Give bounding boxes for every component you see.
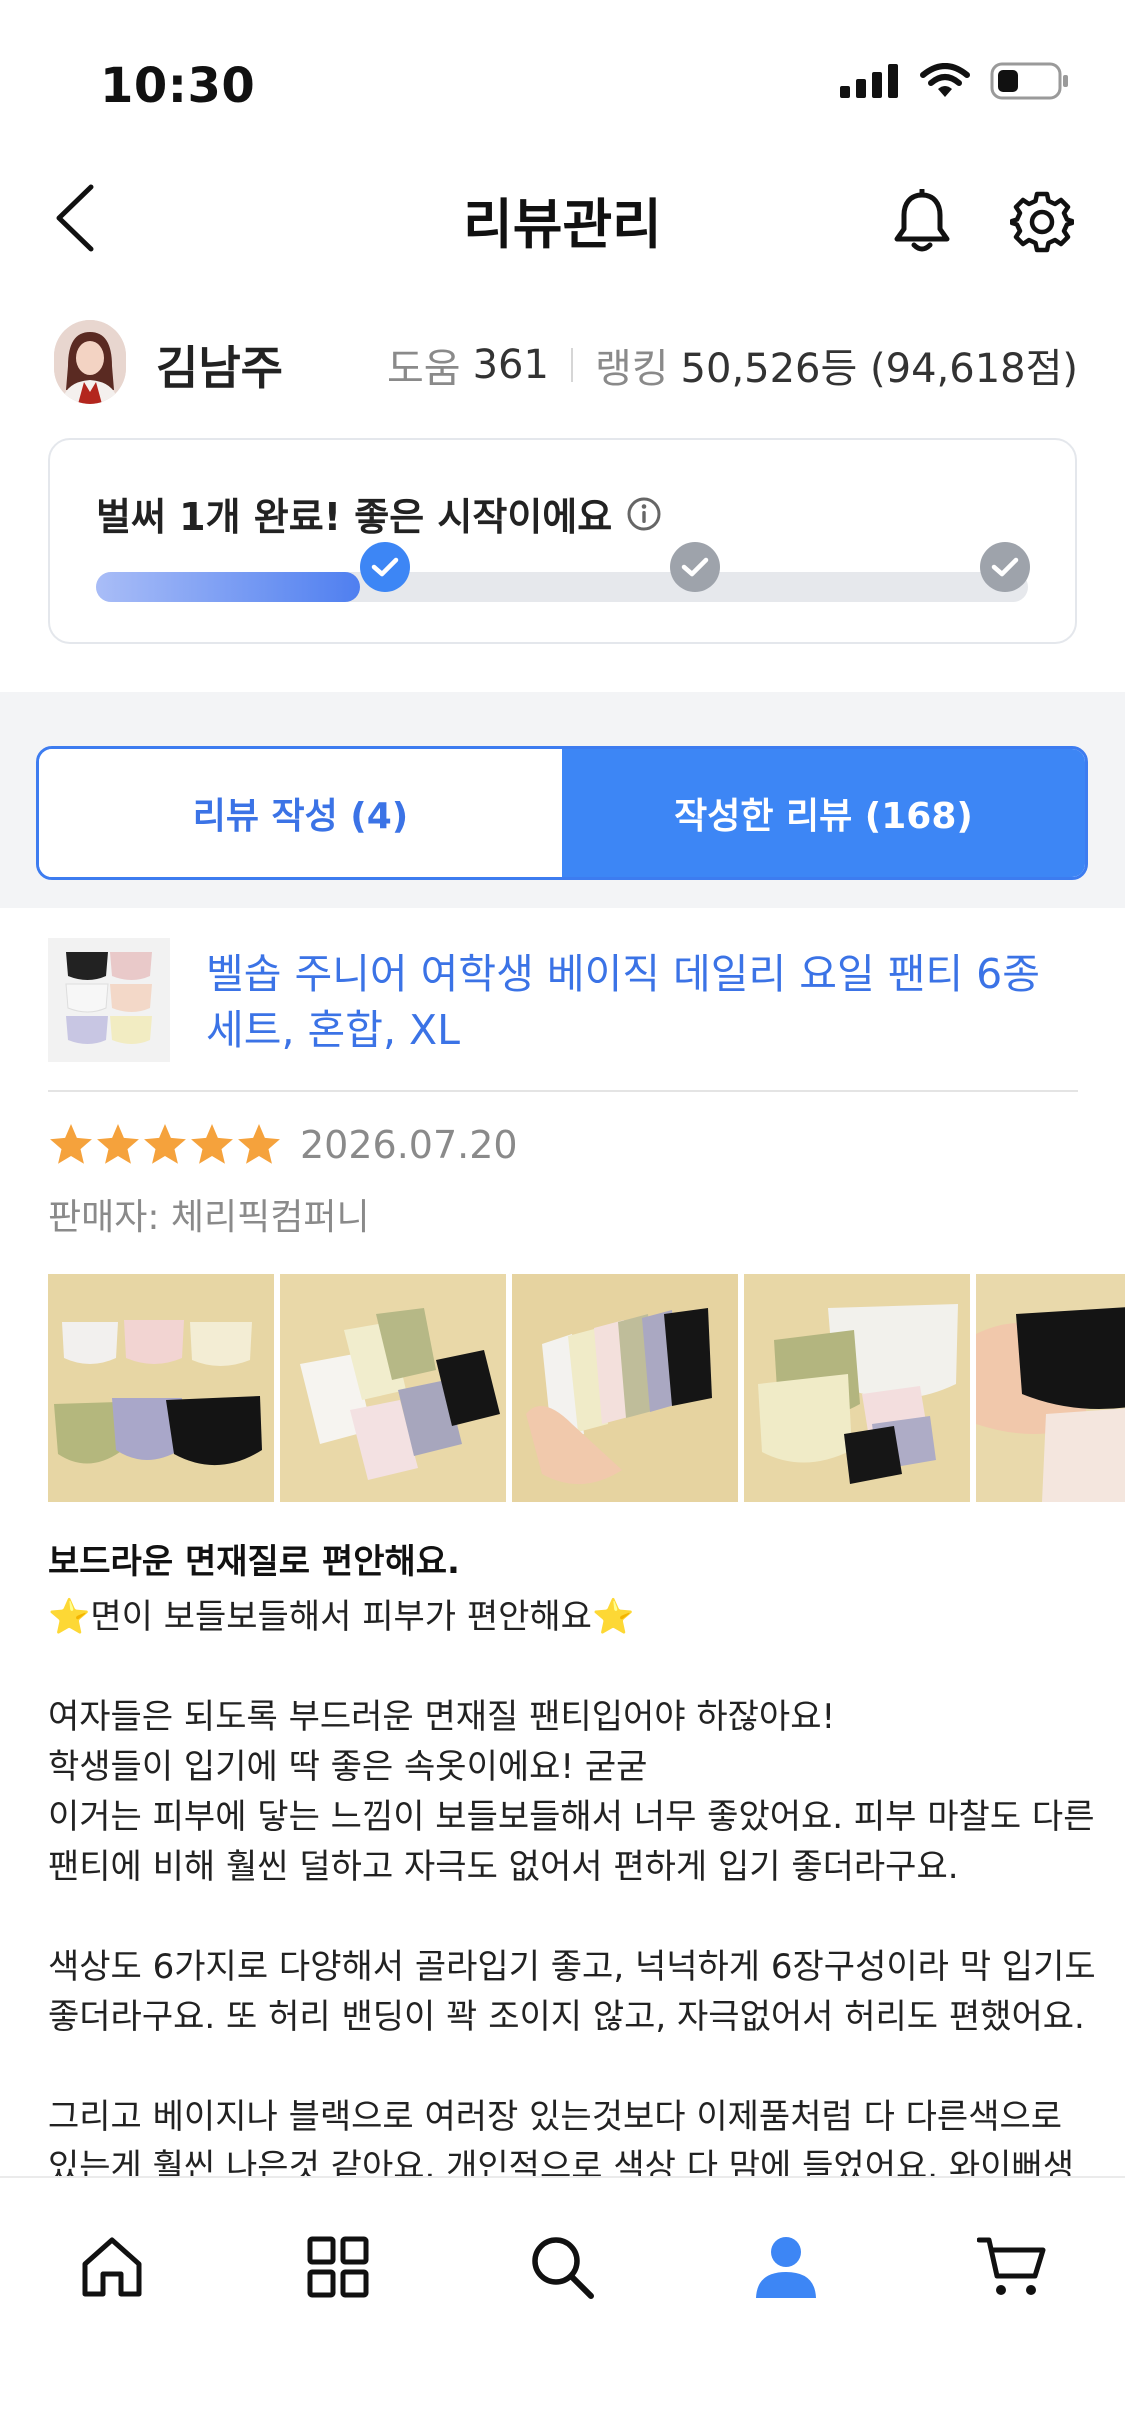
rank-label: 랭킹 bbox=[594, 346, 669, 392]
review-body: ⭐면이 보들보들해서 피부가 편안해요⭐ 여자들은 되도록 부드러운 면재질 팬… bbox=[48, 1597, 1096, 2187]
star-icon bbox=[50, 1124, 92, 1164]
product-thumbnail[interactable] bbox=[48, 938, 170, 1062]
tab-written-reviews[interactable]: 작성한 리뷰 (168) bbox=[562, 749, 1085, 877]
review-photo-image bbox=[976, 1274, 1125, 1502]
review-photo-image bbox=[280, 1274, 506, 1502]
star-icons bbox=[50, 1124, 280, 1164]
chevron-left-icon bbox=[56, 184, 94, 252]
review-progress-card: 벌써 1개 완료! 좋은 시작이에요 bbox=[48, 438, 1077, 644]
tab-write-review[interactable]: 리뷰 작성 (4) bbox=[39, 749, 562, 877]
bell-icon bbox=[894, 189, 950, 252]
wifi-icon bbox=[920, 63, 970, 97]
battery-icon bbox=[990, 62, 1068, 100]
progress-fill bbox=[96, 572, 360, 602]
check-icon bbox=[991, 557, 1019, 577]
progress-message-text: 벌써 1개 완료! 좋은 시작이에요 bbox=[96, 495, 613, 539]
review-meta: 2026.07.20 판매자: 체리픽컴퍼니 bbox=[48, 1122, 1078, 1240]
star-icon bbox=[144, 1124, 186, 1164]
star-icon bbox=[97, 1124, 139, 1164]
settings-button[interactable] bbox=[1002, 182, 1082, 262]
avatar[interactable] bbox=[54, 320, 126, 404]
progress-track bbox=[96, 572, 1028, 602]
help-count: 361 bbox=[472, 342, 549, 388]
nav-categories[interactable] bbox=[288, 2222, 388, 2312]
product-row[interactable]: 벨솝 주니어 여학생 베이직 데일리 요일 팬티 6종 세트, 혼합, XL bbox=[48, 938, 1078, 1092]
review-photo-image bbox=[512, 1274, 738, 1502]
nav-my[interactable] bbox=[736, 2222, 836, 2312]
progress-step-1 bbox=[360, 542, 410, 592]
nav-cart[interactable] bbox=[962, 2222, 1062, 2312]
product-name-link[interactable]: 벨솝 주니어 여학생 베이직 데일리 요일 팬티 6종 세트, 혼합, XL bbox=[206, 946, 1086, 1058]
star-icon bbox=[191, 1124, 233, 1164]
review-date: 2026.07.20 bbox=[300, 1123, 518, 1167]
review-photo[interactable] bbox=[512, 1274, 738, 1502]
status-icons bbox=[840, 62, 1070, 100]
review-photos bbox=[48, 1274, 1125, 1502]
review-photo[interactable] bbox=[48, 1274, 274, 1502]
review-tabs: 리뷰 작성 (4) 작성한 리뷰 (168) bbox=[36, 746, 1088, 880]
home-icon bbox=[82, 2237, 142, 2297]
status-bar: 10:30 bbox=[0, 0, 1125, 140]
avatar-image bbox=[54, 320, 126, 404]
bottom-navigation bbox=[0, 2176, 1125, 2436]
check-icon bbox=[681, 557, 709, 577]
nav-search[interactable] bbox=[512, 2222, 612, 2312]
search-icon bbox=[532, 2237, 594, 2299]
info-icon[interactable] bbox=[626, 496, 662, 532]
status-time: 10:30 bbox=[100, 58, 256, 114]
stat-divider bbox=[570, 348, 573, 382]
progress-step-2 bbox=[670, 542, 720, 592]
profile-summary: 김남주 도움 361 랭킹 50,526등 (94,618점) bbox=[48, 316, 1078, 406]
help-label: 도움 bbox=[386, 346, 461, 392]
review-title: 보드라운 면재질로 편안해요. bbox=[48, 1542, 460, 1582]
cart-icon bbox=[977, 2237, 1046, 2295]
check-icon bbox=[371, 557, 399, 577]
review-photo[interactable] bbox=[744, 1274, 970, 1502]
notifications-button[interactable] bbox=[882, 182, 962, 262]
back-button[interactable] bbox=[40, 178, 110, 258]
nav-home[interactable] bbox=[62, 2222, 162, 2312]
profile-name: 김남주 bbox=[156, 341, 283, 395]
category-grid-icon bbox=[307, 2236, 369, 2298]
rank-value: 50,526등 (94,618점) bbox=[680, 346, 1078, 392]
cellular-signal-icon bbox=[840, 64, 898, 98]
review-photo-image bbox=[744, 1274, 970, 1502]
header: 리뷰관리 bbox=[0, 160, 1125, 270]
star-icon bbox=[238, 1124, 280, 1164]
review-photo[interactable] bbox=[976, 1274, 1125, 1502]
progress-step-3 bbox=[980, 542, 1030, 592]
review-photo[interactable] bbox=[280, 1274, 506, 1502]
review-photo-image bbox=[48, 1274, 274, 1502]
progress-message: 벌써 1개 완료! 좋은 시작이에요 bbox=[96, 486, 662, 541]
product-thumbnail-image bbox=[48, 938, 170, 1062]
profile-stats: 도움 361 랭킹 50,526등 (94,618점) bbox=[387, 336, 1078, 394]
seller-name: 판매자: 체리픽컴퍼니 bbox=[48, 1197, 370, 1238]
my-profile-icon bbox=[756, 2237, 816, 2298]
gear-icon bbox=[1010, 191, 1074, 253]
star-rating: 2026.07.20 bbox=[48, 1122, 1078, 1168]
